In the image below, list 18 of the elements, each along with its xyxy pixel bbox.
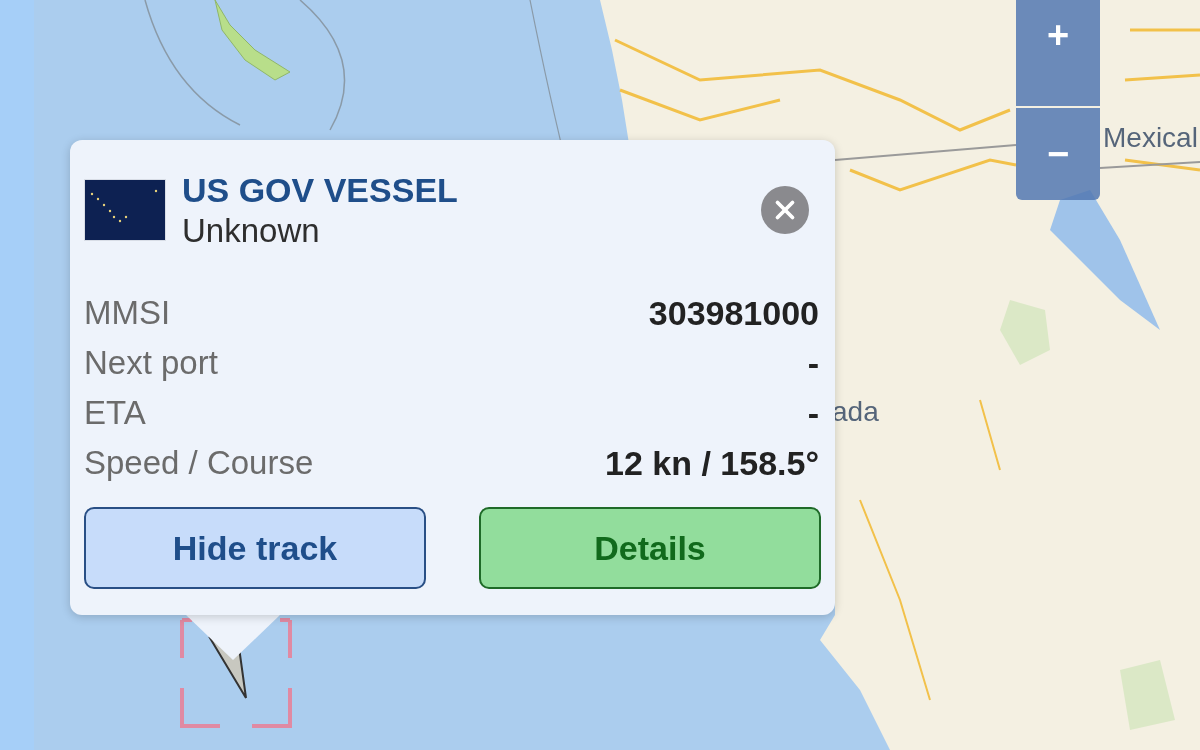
field-value: 12 kn / 158.5° [605, 443, 819, 483]
field-label: MMSI [84, 294, 171, 333]
zoom-in-button[interactable]: + [1016, 0, 1100, 106]
vessel-name: US GOV VESSEL [182, 170, 459, 211]
zoom-out-button[interactable]: − [1016, 108, 1100, 200]
field-value: - [807, 343, 819, 383]
field-label: Next port [84, 344, 218, 383]
field-value: - [807, 393, 819, 433]
map-place-label: Mexical [1103, 122, 1198, 154]
details-button[interactable]: Details [479, 507, 821, 589]
hide-track-button[interactable]: Hide track [84, 507, 426, 589]
field-label: ETA [84, 394, 146, 433]
map-place-label: ada [832, 396, 879, 428]
vessel-type: Unknown [182, 210, 321, 251]
flag-icon [84, 179, 166, 242]
close-button[interactable] [761, 186, 809, 235]
field-value: 303981000 [648, 293, 819, 333]
field-label: Speed / Course [84, 444, 314, 483]
